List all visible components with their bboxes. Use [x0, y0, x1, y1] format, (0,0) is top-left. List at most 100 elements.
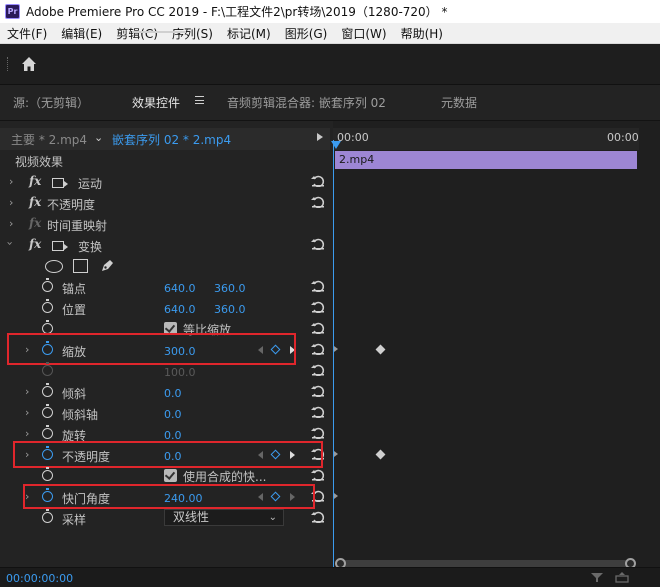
sampling-dropdown[interactable]: 双线性 ⌄	[164, 509, 284, 526]
effect-timeline-panel[interactable]	[333, 121, 660, 567]
home-icon[interactable]	[20, 55, 38, 73]
expand-chevron-icon[interactable]: ›	[25, 427, 29, 440]
skew-axis-value[interactable]: 0.0	[164, 408, 182, 421]
current-timecode[interactable]: 00:00:00:00	[6, 572, 73, 585]
playhead-handle[interactable]	[331, 141, 341, 149]
expand-chevron-icon[interactable]: ›	[25, 385, 29, 398]
collapse-chevron-icon[interactable]: ›	[4, 241, 17, 245]
menu-window[interactable]: 窗口(W)	[334, 25, 393, 42]
ruler-start-time: 00:00	[337, 131, 369, 144]
tab-audio-clip-mixer[interactable]: 音频剪辑混合器: 嵌套序列 02	[227, 94, 386, 111]
effect-opacity[interactable]: 不透明度	[47, 196, 95, 213]
stopwatch-icon	[42, 467, 53, 481]
reset-icon[interactable]	[311, 385, 325, 397]
position-y-value[interactable]: 360.0	[214, 303, 246, 316]
scale-width-value: 100.0	[164, 366, 196, 379]
prop-skew: 倾斜	[62, 387, 87, 401]
chevron-down-icon: ⌄	[268, 512, 277, 523]
keyframe-edge-icon	[334, 346, 338, 352]
opacity-highlight-box	[13, 441, 323, 468]
effect-time-remapping[interactable]: 时间重映射	[47, 217, 107, 234]
reset-icon[interactable]	[311, 343, 325, 355]
stopwatch-icon	[42, 362, 53, 376]
rectangle-mask-icon[interactable]	[73, 259, 88, 273]
reset-icon[interactable]	[311, 322, 325, 334]
panel-tab-bar: 源:（无剪辑） 效果控件 音频剪辑混合器: 嵌套序列 02 元数据	[0, 85, 660, 121]
position-x-value[interactable]: 640.0	[164, 303, 196, 316]
reset-icon[interactable]	[311, 364, 325, 376]
premiere-app-icon: Pr	[5, 4, 20, 19]
anchor-x-value[interactable]: 640.0	[164, 282, 196, 295]
use-comp-shutter-checkbox[interactable]	[164, 469, 177, 482]
timeline-ruler[interactable]	[333, 128, 639, 150]
anchor-y-value[interactable]: 360.0	[214, 282, 246, 295]
reset-icon[interactable]	[311, 427, 325, 439]
playhead-line[interactable]	[333, 140, 334, 570]
reset-icon[interactable]	[311, 406, 325, 418]
sampling-selected: 双线性	[173, 510, 210, 524]
reset-icon[interactable]	[311, 280, 325, 292]
expand-chevron-icon[interactable]: ›	[9, 217, 13, 230]
reset-icon[interactable]	[311, 511, 325, 523]
stopwatch-icon[interactable]	[42, 299, 53, 313]
menu-help[interactable]: 帮助(H)	[394, 25, 450, 42]
ellipse-mask-icon[interactable]	[45, 260, 63, 273]
menu-markers[interactable]: 标记(M)	[220, 25, 278, 42]
skew-value[interactable]: 0.0	[164, 387, 182, 400]
chevron-down-icon[interactable]: ⌄	[94, 131, 103, 144]
reset-icon[interactable]	[311, 175, 325, 187]
play-only-clip-icon[interactable]	[317, 133, 323, 141]
status-bar	[0, 567, 660, 587]
expand-chevron-icon[interactable]: ›	[25, 406, 29, 419]
fx-icon[interactable]: fx	[29, 195, 41, 209]
transform-mode-icon[interactable]	[52, 241, 68, 251]
fx-icon[interactable]: fx	[29, 237, 41, 251]
filter-icon[interactable]	[591, 572, 603, 583]
motion-transform-icon[interactable]	[52, 178, 68, 188]
effect-transform[interactable]: 变换	[78, 238, 102, 255]
menu-edit[interactable]: 编辑(E)	[54, 25, 109, 42]
effect-motion[interactable]: 运动	[78, 175, 102, 192]
scale-highlight-box	[7, 333, 296, 365]
keyframe-edge-icon	[334, 493, 338, 499]
prop-position: 位置	[62, 303, 87, 317]
use-comp-shutter-label: 使用合成的快...	[183, 470, 267, 484]
menu-bar: 文件(F) 编辑(E) 剪辑(C) 序列(S) 标记(M) 图形(G) 窗口(W…	[0, 23, 660, 44]
active-tab-indicator	[132, 31, 186, 33]
stopwatch-icon[interactable]	[42, 383, 53, 397]
export-icon[interactable]	[615, 572, 629, 583]
ruler-end-time: 00:00	[607, 131, 639, 144]
tab-effect-controls[interactable]: 效果控件	[132, 94, 180, 111]
fx-icon[interactable]: fx	[29, 174, 41, 188]
stopwatch-icon[interactable]	[42, 278, 53, 292]
expand-chevron-icon[interactable]: ›	[9, 196, 13, 209]
keyframe-edge-icon	[334, 451, 338, 457]
sequence-clip-dropdown[interactable]: 嵌套序列 02 * 2.mp4	[112, 131, 231, 148]
title-bar: Pr Adobe Premiere Pro CC 2019 - F:\工程文件2…	[0, 0, 660, 23]
expand-chevron-icon[interactable]: ›	[9, 175, 13, 188]
reset-icon[interactable]	[311, 469, 325, 481]
timeline-clip[interactable]	[335, 151, 637, 169]
menu-file[interactable]: 文件(F)	[0, 25, 54, 42]
stopwatch-icon[interactable]	[42, 425, 53, 439]
stopwatch-icon[interactable]	[42, 404, 53, 418]
menu-graphics[interactable]: 图形(G)	[278, 25, 335, 42]
tab-source[interactable]: 源:（无剪辑）	[13, 94, 89, 111]
workspace-bar	[0, 44, 660, 85]
master-clip-tab[interactable]: 主要 * 2.mp4	[11, 131, 87, 148]
shutter-angle-highlight-box	[23, 484, 315, 509]
menu-clip[interactable]: 剪辑(C)	[109, 25, 165, 42]
reset-icon[interactable]	[311, 196, 325, 208]
panel-grip-icon[interactable]	[7, 57, 10, 71]
window-title: Adobe Premiere Pro CC 2019 - F:\工程文件2\pr…	[26, 5, 448, 19]
prop-sampling: 采样	[62, 513, 87, 527]
timeline-clip-label: 2.mp4	[339, 153, 375, 166]
prop-anchor-point: 锚点	[62, 282, 87, 296]
reset-icon[interactable]	[311, 301, 325, 313]
tab-metadata[interactable]: 元数据	[441, 94, 477, 111]
pen-tool-icon[interactable]	[99, 258, 115, 274]
reset-icon[interactable]	[311, 238, 325, 250]
panel-menu-icon[interactable]	[195, 96, 204, 104]
menu-sequence[interactable]: 序列(S)	[165, 25, 220, 42]
stopwatch-icon	[42, 509, 53, 523]
